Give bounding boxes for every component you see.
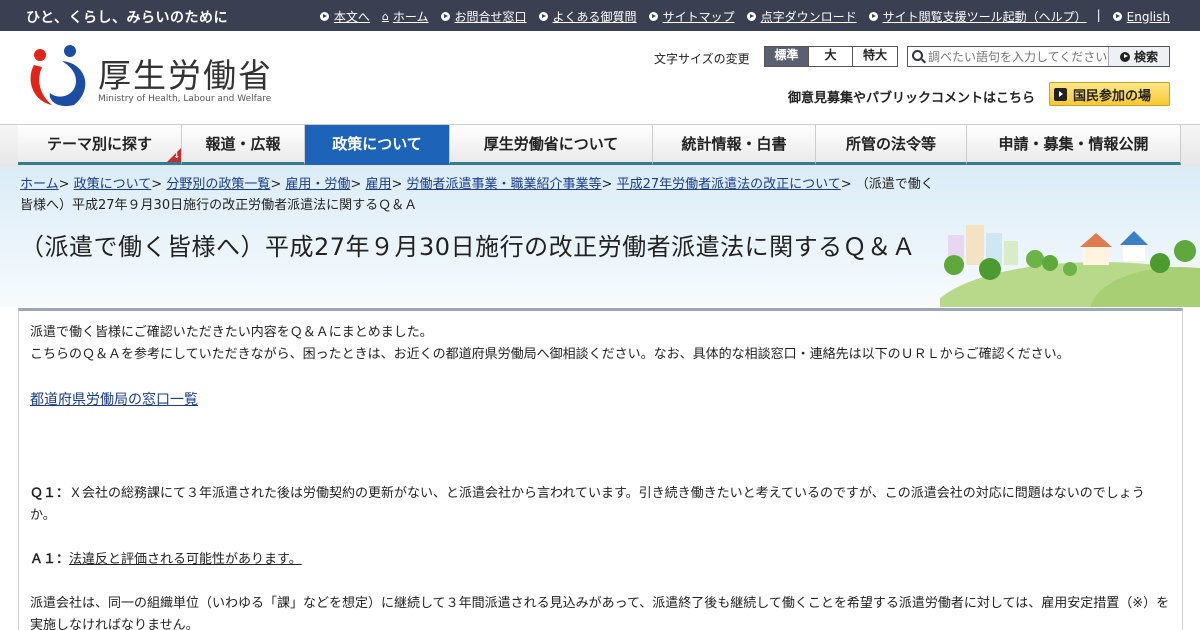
english-link[interactable]: English — [1112, 8, 1170, 25]
town-illustration — [940, 225, 1200, 307]
breadcrumb-home[interactable]: ホーム — [20, 177, 59, 192]
breadcrumb-policy-list[interactable]: 分野別の政策一覧 — [166, 177, 270, 192]
sitemap-link[interactable]: サイトマップ — [648, 8, 735, 25]
logo[interactable]: 厚生労働省 Ministry of Health, Labour and Wel… — [28, 43, 278, 113]
accessibility-tool-link[interactable]: サイト閲覧支援ツール起動（ヘルプ） — [868, 8, 1087, 25]
logo-text: 厚生労働省 — [98, 56, 273, 95]
answer-1-summary: Ａ１：法違反と評価される可能性があります。 — [30, 549, 1170, 571]
nav-item-theme[interactable]: テーマ別に探す — [18, 125, 182, 165]
mhlw-logo-icon — [30, 45, 86, 107]
answer-summary-text: 法違反と評価される可能性があります。 — [69, 552, 302, 567]
font-size-xlarge-button[interactable]: 特大 — [853, 47, 897, 66]
public-comment-text: 御意見募集やパブリックコメントはこちら — [788, 91, 1036, 106]
breadcrumb: ホーム> 政策について> 分野別の政策一覧> 雇用・労働> 雇用> 労働者派遣事… — [20, 177, 934, 213]
search-button[interactable]: 検索 — [1108, 47, 1169, 66]
breadcrumb-employment-labour[interactable]: 雇用・労働 — [285, 177, 350, 192]
arrow-icon — [319, 12, 329, 21]
header: 厚生労働省 Ministry of Health, Labour and Wel… — [0, 31, 1200, 124]
question-1: Ｑ１：Ｘ会社の総務課にて３年派遣された後は労働契約の更新がない、と派遣会社から言… — [30, 483, 1170, 527]
breadcrumb-dispatch-business[interactable]: 労働者派遣事業・職業紹介事業等 — [407, 177, 602, 192]
separator: | — [1096, 8, 1101, 22]
arrow-icon — [440, 12, 450, 21]
answer-label: Ａ１： — [30, 552, 70, 567]
font-size-standard-button[interactable]: 標準 — [765, 47, 809, 66]
hero-banner: ホーム> 政策について> 分野別の政策一覧> 雇用・労働> 雇用> 労働者派遣事… — [0, 167, 1200, 307]
question-text: Ｘ会社の総務課にて３年派遣された後は労働契約の更新がない、と派遣会社から言われて… — [30, 486, 1145, 523]
question-label: Ｑ１： — [30, 486, 70, 501]
labour-bureau-contact-link[interactable]: 都道府県労働局の窓口一覧 — [30, 389, 198, 409]
font-size-buttons: 標準 大 特大 — [764, 46, 898, 67]
nav-item-statistics[interactable]: 統計情報・白書 — [653, 125, 816, 165]
home-link[interactable]: ⌂ ホーム — [382, 8, 429, 25]
top-bar: ひと、くらし、みらいのために 本文へ ⌂ ホーム お問合せ窓口 よくある御質問 サ… — [0, 0, 1200, 31]
page-title: （派遣で働く皆様へ）平成27年９月30日施行の改正労働者派遣法に関するＱ＆Ａ — [20, 233, 917, 261]
nav-item-applications[interactable]: 申請・募集・情報公開 — [967, 125, 1181, 165]
breadcrumb-employment[interactable]: 雇用 — [365, 177, 391, 192]
down-arrow-icon — [167, 148, 181, 162]
skip-to-content-link[interactable]: 本文へ — [319, 8, 370, 25]
nav-item-laws[interactable]: 所管の法令等 — [816, 125, 967, 165]
top-links: 本文へ ⌂ ホーム お問合せ窓口 よくある御質問 サイトマップ 点字ダウンロード … — [308, 8, 1170, 25]
answer-1-body: 派遣会社は、同一の組織単位（いわゆる「課」などを想定）に継続して３年間派遣される… — [30, 596, 1170, 630]
breadcrumb-h27-revision[interactable]: 平成27年労働者派遣法の改正について — [617, 177, 841, 192]
arrow-icon — [1054, 87, 1067, 101]
nav-item-policy[interactable]: 政策について — [305, 125, 450, 165]
arrow-icon — [868, 12, 878, 21]
arrow-icon — [648, 12, 658, 21]
global-nav: テーマ別に探す 報道・広報 政策について 厚生労働省について 統計情報・白書 所… — [0, 124, 1200, 167]
search-box: 検索 — [907, 46, 1170, 67]
braille-download-link[interactable]: 点字ダウンロード — [746, 8, 857, 25]
home-icon: ⌂ — [381, 10, 389, 23]
font-size-large-button[interactable]: 大 — [809, 47, 853, 66]
intro-line-2: こちらのＱ＆Ａを参考にしていただきながら、困ったときは、お近くの都道府県労働局へ… — [30, 347, 1070, 362]
nav-item-press[interactable]: 報道・広報 — [182, 125, 305, 165]
intro-text: 派遣で働く皆様にご確認いただきたい内容をＱ＆Ａにまとめました。 こちらのＱ＆Ａを… — [30, 322, 1170, 366]
contact-link[interactable]: お問合せ窓口 — [440, 8, 527, 25]
breadcrumb-policy[interactable]: 政策について — [74, 177, 152, 192]
arrow-icon — [1112, 12, 1122, 21]
intro-line-1: 派遣で働く皆様にご確認いただきたい内容をＱ＆Ａにまとめました。 — [30, 325, 433, 340]
arrow-icon — [746, 12, 756, 21]
font-size-label: 文字サイズの変更 — [654, 52, 750, 66]
main-content: 派遣で働く皆様にご確認いただきたい内容をＱ＆Ａにまとめました。 こちらのＱ＆Ａを… — [18, 308, 1183, 630]
search-icon — [912, 50, 923, 61]
nav-item-about[interactable]: 厚生労働省について — [450, 125, 653, 165]
tagline: ひと、くらし、みらいのために — [26, 10, 229, 26]
arrow-icon — [538, 12, 548, 21]
logo-subtitle: Ministry of Health, Labour and Welfare — [98, 94, 272, 104]
faq-link[interactable]: よくある御質問 — [538, 8, 637, 25]
kokumin-button[interactable]: 国民参加の場 — [1049, 82, 1170, 106]
arrow-icon — [1119, 51, 1130, 62]
search-input[interactable] — [908, 47, 1108, 66]
